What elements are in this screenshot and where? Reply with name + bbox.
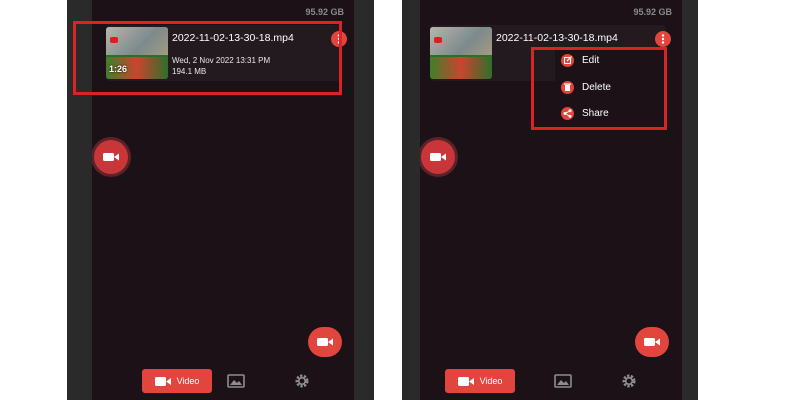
bottom-navigation: Video: [92, 362, 354, 400]
more-vert-icon: [661, 34, 665, 44]
gear-icon[interactable]: [621, 373, 637, 389]
bottom-navigation: Video: [420, 362, 682, 400]
video-camera-icon: [103, 153, 119, 161]
video-filename: 2022-11-02-13-30-18.mp4: [496, 32, 618, 44]
floating-camera-button[interactable]: [421, 140, 455, 174]
floating-camera-button[interactable]: [94, 140, 128, 174]
video-item-highlight: [73, 21, 342, 95]
nav-video-label: Video: [479, 376, 503, 386]
record-fab-button[interactable]: [308, 327, 342, 357]
nav-video-tab[interactable]: Video: [142, 369, 212, 393]
video-camera-icon: [430, 153, 446, 161]
record-fab-button[interactable]: [635, 327, 669, 357]
image-icon[interactable]: [554, 374, 572, 388]
video-camera-icon: [317, 338, 333, 346]
more-options-button[interactable]: [655, 31, 671, 47]
middle-margin-panel: [354, 0, 374, 400]
image-icon[interactable]: [227, 374, 245, 388]
storage-indicator: 95.92 GB: [305, 7, 344, 17]
context-menu-highlight: [531, 47, 667, 130]
video-camera-icon: [644, 338, 660, 346]
nav-video-tab[interactable]: Video: [445, 369, 515, 393]
storage-indicator: 95.92 GB: [633, 7, 672, 17]
video-thumbnail[interactable]: [430, 27, 492, 79]
video-camera-icon: [457, 376, 474, 386]
nav-video-label: Video: [176, 376, 200, 386]
right-margin-panel: [682, 0, 698, 400]
inner-margin-panel: [402, 0, 420, 400]
gear-icon[interactable]: [294, 373, 310, 389]
video-camera-icon: [154, 376, 171, 386]
